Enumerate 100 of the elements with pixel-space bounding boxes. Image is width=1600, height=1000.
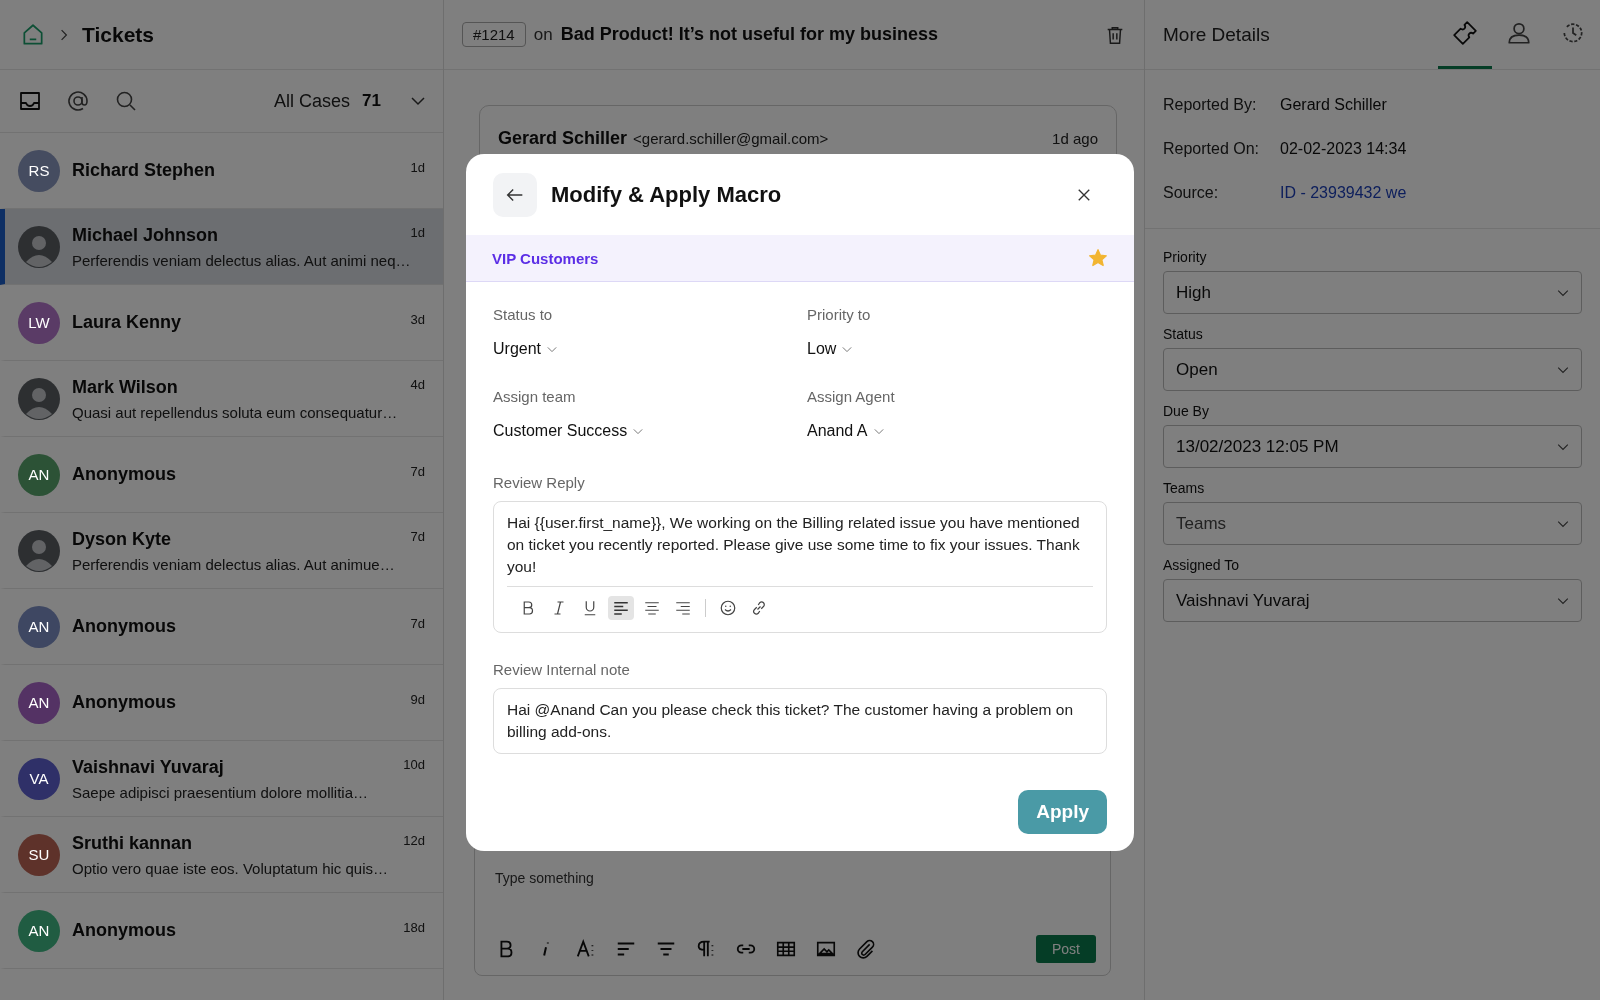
reply-editor[interactable]: Hai {{user.first_name}}, We working on the Billing related issue you have mentioned on ticket you recently reported. Please give use some time to fix your issues. Thank you! (493, 501, 1107, 633)
ticket-age: 1d (410, 160, 425, 175)
ticket-icon (1452, 20, 1478, 46)
field-label: Status (1163, 326, 1204, 342)
contact-name: Laura Kenny (72, 312, 182, 333)
inline-dropdown[interactable]: Customer Success (493, 422, 793, 440)
avatar: AN (18, 681, 60, 724)
inline-dropdown[interactable]: Urgent (493, 340, 793, 358)
contact-name: Mark Wilson (72, 376, 178, 398)
ticket-id-badge: #1214 (462, 22, 526, 47)
ticket-age: 7d (410, 464, 425, 479)
filter-label[interactable]: All Cases (274, 90, 351, 112)
avatar: AN (18, 605, 60, 648)
case-count: 71 (361, 90, 382, 112)
at-sign-icon[interactable] (66, 89, 90, 113)
contact-name: Anonymous (72, 920, 176, 941)
ticket-title: Bad Product! It’s not useful for my business (560, 24, 939, 45)
chevron-down-icon (842, 345, 853, 353)
inline-dropdown[interactable]: Low (807, 340, 1107, 358)
field-label: Priority to (807, 306, 872, 323)
dropdown-field[interactable]: 13/02/2023 12:05 PM (1163, 425, 1582, 468)
ticket-age: 9d (410, 692, 425, 707)
inbox-icon[interactable] (18, 89, 42, 113)
ticket-row[interactable]: Mark Wilson 4d Quasi aut repellendus soluta eum consequatur… (0, 361, 443, 437)
contact-name: Richard Stephen (72, 160, 216, 181)
dropdown-field[interactable]: Vaishnavi Yuvaraj (1163, 579, 1582, 622)
avatar: AN (18, 909, 60, 952)
message-preview: Perferendis veniam delectus alias. Aut animue… (72, 555, 396, 573)
message-time: 1d ago (1052, 130, 1098, 147)
message-preview: Optio vero quae iste eos. Voluptatum hic quis… (72, 859, 389, 877)
ticket-age: 7d (410, 616, 425, 631)
emoji-icon (719, 599, 737, 617)
chevron-right-icon (60, 28, 68, 41)
align-center-icon (643, 599, 661, 617)
avatar: SU (18, 833, 60, 876)
avatar: RS (18, 149, 60, 192)
dialog-title: Modify & Apply Macro (551, 182, 782, 208)
avatar-silhouette-icon (18, 225, 60, 268)
message-preview: Saepe adipisci praesentium dolore mollitia… (72, 783, 369, 801)
align-left-button[interactable] (608, 596, 634, 620)
source-link[interactable]: ID - 23939432 we (1280, 184, 1407, 202)
field-label: Assign Agent (807, 388, 896, 405)
star-icon[interactable] (1088, 248, 1108, 268)
chevron-down-icon (1557, 442, 1569, 451)
info-value: 02-02-2023 14:34 (1280, 140, 1407, 158)
ticket-row[interactable]: SU Sruthi kannan 12d Optio vero quae iste eos. Voluptatum hic quis… (0, 817, 443, 893)
person-icon (1506, 20, 1532, 46)
sender-email: <gerard.schiller@gmail.com> (633, 130, 829, 147)
avatar: LW (18, 301, 60, 344)
ticket-row[interactable]: AN Anonymous 9d (0, 665, 443, 741)
contact-name: Sruthi kannan (72, 832, 192, 854)
reply-text: Hai {{user.first_name}}, We working on the Billing related issue you have mentioned on ticket you recently reported. Please give use some time to fix your issues. Thank you! (507, 512, 1093, 587)
back-button[interactable] (493, 173, 537, 217)
message-preview: Quasi aut repellendus soluta eum consequatur… (72, 403, 399, 421)
chevron-down-icon (633, 427, 644, 435)
ticket-age: 1d (410, 224, 425, 240)
chevron-down-icon[interactable] (411, 96, 425, 106)
ticket-row[interactable]: LW Laura Kenny 3d (0, 285, 443, 361)
message-preview: Perferendis veniam delectus alias. Aut animi neq… (72, 251, 412, 269)
ticket-row[interactable]: Michael Johnson 1d Perferendis veniam delectus alias. Aut animi neq… (0, 209, 443, 285)
search-icon[interactable] (114, 89, 138, 113)
ticket-row[interactable]: VA Vaishnavi Yuvaraj 10d Saepe adipisci praesentium dolore mollitia… (0, 741, 443, 817)
inline-dropdown[interactable]: Anand A (807, 422, 1107, 440)
contact-name: Michael Johnson (72, 224, 219, 246)
contact-name: Anonymous (72, 692, 176, 713)
ticket-age: 10d (403, 756, 425, 772)
contact-name: Vaishnavi Yuvaraj (72, 756, 224, 778)
ticket-row[interactable]: AN Anonymous 18d (0, 893, 443, 969)
macro-group-name: VIP Customers (492, 249, 599, 267)
ticket-row[interactable]: AN Anonymous 7d (0, 589, 443, 665)
chevron-down-icon (873, 427, 884, 435)
chevron-down-icon (1557, 519, 1569, 528)
dropdown-field[interactable]: Teams (1163, 502, 1582, 545)
contact-name: Dyson Kyte (72, 528, 172, 550)
ticket-age: 4d (410, 376, 425, 392)
avatar-silhouette-icon (18, 377, 60, 420)
connector-text: on (533, 24, 553, 45)
avatar-silhouette-icon (18, 529, 60, 572)
contact-name: Anonymous (72, 464, 176, 485)
ticket-row[interactable]: AN Anonymous 7d (0, 437, 443, 513)
info-value: Gerard Schiller (1280, 96, 1387, 114)
page-title: Tickets (82, 22, 154, 47)
sender-name: Gerard Schiller (498, 128, 628, 149)
chevron-down-icon (1557, 288, 1569, 297)
info-label: Source: (1163, 184, 1220, 202)
info-label: Reported By: (1163, 96, 1258, 114)
ticket-row[interactable]: Dyson Kyte 7d Perferendis veniam delectus alias. Aut animue… (0, 513, 443, 589)
chevron-down-icon (547, 345, 558, 353)
internal-note-field[interactable]: Hai @Anand Can you please check this ticket? The customer having a problem on billing add-ons. (493, 688, 1107, 754)
field-label: Teams (1163, 480, 1206, 496)
ticket-age: 7d (410, 528, 425, 544)
field-label: Assign team (493, 388, 577, 405)
align-right-icon (674, 599, 692, 617)
dropdown-field[interactable]: Open (1163, 348, 1582, 391)
paperclip-icon[interactable] (855, 938, 877, 960)
panel-title: More Details (1163, 23, 1270, 46)
field-label: Due By (1163, 403, 1210, 419)
dropdown-field[interactable]: High (1163, 271, 1582, 314)
avatar: AN (18, 453, 60, 496)
ticket-age: 18d (403, 920, 425, 935)
